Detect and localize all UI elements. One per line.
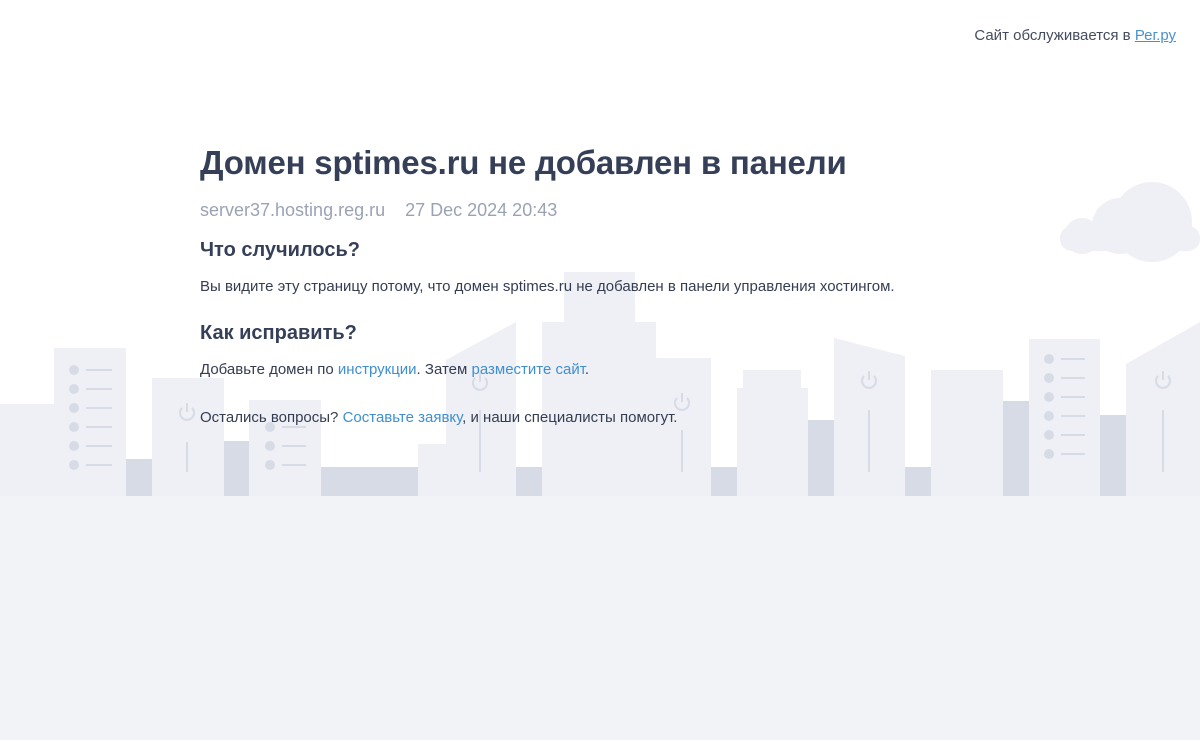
ask-text-part-1: Остались вопросы? — [200, 409, 343, 426]
how-to-fix-heading: Как исправить? — [200, 322, 357, 344]
served-by-note: Сайт обслуживается в Рег.ру — [974, 27, 1176, 44]
what-happened-heading: Что случилось? — [200, 239, 360, 261]
how-text-part-1: Добавьте домен по — [200, 361, 338, 378]
questions-text: Остались вопросы? Составьте заявку, и на… — [200, 407, 1020, 429]
cloud-icon — [1060, 182, 1200, 262]
server-name: server37.hosting.reg.ru — [200, 200, 386, 220]
main-content: Домен sptimes.ru не добавлен в панели se… — [200, 140, 1020, 429]
how-text-part-2: . Затем — [416, 361, 472, 378]
page-title: Домен sptimes.ru не добавлен в панели — [200, 144, 847, 181]
ask-text-part-2: , и наши специалисты помогут. — [462, 409, 678, 426]
timestamp: 27 Dec 2024 20:43 — [405, 200, 558, 220]
how-to-fix-text: Добавьте домен по инструкции. Затем разм… — [200, 359, 1020, 381]
host-site-link[interactable]: разместите сайт — [471, 361, 584, 378]
how-text-part-3: . — [584, 361, 590, 378]
server-meta: server37.hosting.reg.ru 27 Dec 2024 20:43 — [200, 200, 1020, 221]
served-by-text: Сайт обслуживается в — [974, 27, 1135, 44]
regru-link[interactable]: Рег.ру — [1135, 27, 1176, 44]
submit-request-link[interactable]: Составьте заявку — [343, 409, 463, 426]
what-happened-text: Вы видите эту страницу потому, что домен… — [200, 278, 895, 295]
instructions-link[interactable]: инструкции — [338, 361, 417, 378]
